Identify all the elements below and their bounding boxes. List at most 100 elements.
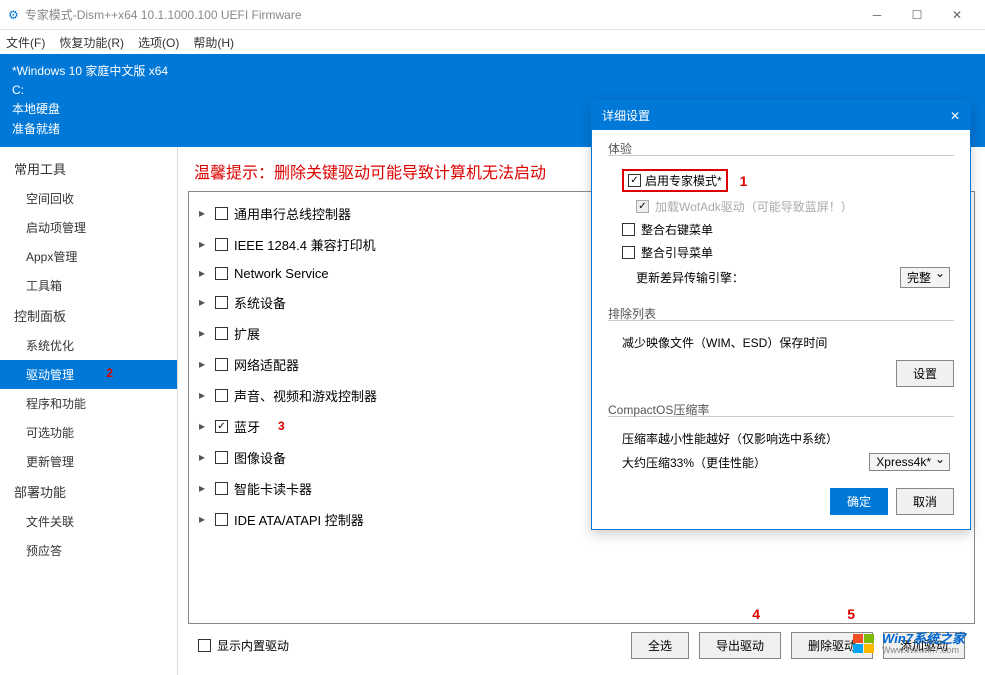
expand-arrow-icon[interactable]: ▸	[199, 266, 209, 280]
window-buttons: ─ ☐ ✕	[857, 0, 977, 30]
expand-arrow-icon[interactable]: ▸	[199, 206, 209, 220]
tree-label: Network Service	[234, 266, 329, 281]
annotation-3: 3	[278, 419, 285, 433]
maximize-button[interactable]: ☐	[897, 0, 937, 30]
tree-checkbox[interactable]	[215, 267, 228, 280]
show-builtin-checkbox[interactable]	[198, 639, 211, 652]
settings-dialog: 详细设置 ✕ 体验 启用专家模式* 1 加载WofAdk驱动（可能导致蓝屏！）	[591, 100, 971, 530]
dialog-button-row: 确定 取消	[608, 488, 954, 515]
exclude-settings-button[interactable]: 设置	[896, 360, 954, 387]
sidebar-section-control: 控制面板	[0, 300, 177, 331]
expand-arrow-icon[interactable]: ▸	[199, 481, 209, 495]
titlebar: ⚙ 专家模式-Dism++x64 10.1.1000.100 UEFI Firm…	[0, 0, 985, 30]
expand-arrow-icon[interactable]: ▸	[199, 295, 209, 309]
menu-recover[interactable]: 恢复功能(R)	[59, 34, 124, 51]
dialog-title: 详细设置	[602, 107, 950, 124]
update-engine-select[interactable]: 完整	[900, 267, 950, 288]
sidebar-item-update[interactable]: 更新管理	[0, 447, 177, 476]
compact-pct: 大约压缩33%（更佳性能）	[622, 454, 766, 471]
menu-options[interactable]: 选项(O)	[138, 34, 179, 51]
sidebar-item-toolbox[interactable]: 工具箱	[0, 271, 177, 300]
tree-checkbox[interactable]	[215, 238, 228, 251]
expand-arrow-icon[interactable]: ▸	[199, 450, 209, 464]
delete-driver-button[interactable]: 删除驱动	[791, 632, 873, 659]
tree-label: 图像设备	[234, 448, 286, 467]
sidebar-item-assoc[interactable]: 文件关联	[0, 507, 177, 536]
wofadk-checkbox	[636, 200, 649, 213]
right-menu-checkbox[interactable]	[622, 223, 635, 236]
sidebar-item-startup[interactable]: 启动项管理	[0, 213, 177, 242]
dialog-body: 体验 启用专家模式* 1 加载WofAdk驱动（可能导致蓝屏！） 整合右键菜单	[592, 130, 970, 529]
minimize-button[interactable]: ─	[857, 0, 897, 30]
tree-checkbox[interactable]	[215, 327, 228, 340]
tree-label: 通用串行总线控制器	[234, 204, 351, 223]
tree-label: 系统设备	[234, 293, 286, 312]
expert-mode-label: 启用专家模式*	[645, 172, 722, 189]
update-engine-label: 更新差异传输引擎：	[636, 269, 744, 286]
add-driver-button[interactable]: 添加驱动	[883, 632, 965, 659]
group-exclude: 排除列表 减少映像文件（WIM、ESD）保存时间 设置	[608, 305, 954, 387]
tree-label: 蓝牙	[234, 417, 260, 436]
tree-checkbox[interactable]	[215, 207, 228, 220]
group-experience: 体验 启用专家模式* 1 加载WofAdk驱动（可能导致蓝屏！） 整合右键菜单	[608, 140, 954, 291]
compact-desc: 压缩率越小性能越好（仅影响选中系统）	[622, 430, 838, 447]
sidebar-item-driver[interactable]: 驱动管理 2	[0, 360, 177, 389]
window-title: 专家模式-Dism++x64 10.1.1000.100 UEFI Firmwa…	[25, 6, 857, 23]
menu-help[interactable]: 帮助(H)	[193, 34, 234, 51]
tree-label: 智能卡读卡器	[234, 479, 312, 498]
expert-mode-checkbox[interactable]	[628, 174, 641, 187]
group-compact: CompactOS压缩率 压缩率越小性能越好（仅影响选中系统） 大约压缩33%（…	[608, 401, 954, 474]
tree-label: 扩展	[234, 324, 260, 343]
expand-arrow-icon[interactable]: ▸	[199, 419, 209, 433]
close-button[interactable]: ✕	[937, 0, 977, 30]
menubar: 文件(F) 恢复功能(R) 选项(O) 帮助(H)	[0, 30, 985, 54]
tree-label: IEEE 1284.4 兼容打印机	[234, 235, 376, 254]
sidebar-item-answer[interactable]: 预应答	[0, 536, 177, 565]
info-os: *Windows 10 家庭中文版 x64	[12, 62, 973, 81]
sidebar-item-space[interactable]: 空间回收	[0, 184, 177, 213]
tree-label: 声音、视频和游戏控制器	[234, 386, 377, 405]
boot-menu-checkbox[interactable]	[622, 246, 635, 259]
info-drive: C:	[12, 81, 973, 100]
tree-checkbox[interactable]	[215, 420, 228, 433]
select-all-button[interactable]: 全选	[631, 632, 689, 659]
expand-arrow-icon[interactable]: ▸	[199, 388, 209, 402]
bottom-bar: 显示内置驱动 全选 导出驱动 删除驱动 添加驱动	[188, 624, 975, 667]
tree-label: IDE ATA/ATAPI 控制器	[234, 510, 364, 529]
expand-arrow-icon[interactable]: ▸	[199, 512, 209, 526]
expert-mode-highlight: 启用专家模式*	[622, 169, 728, 192]
sidebar-item-programs[interactable]: 程序和功能	[0, 389, 177, 418]
tree-checkbox[interactable]	[215, 451, 228, 464]
right-menu-label: 整合右键菜单	[641, 221, 713, 238]
tree-checkbox[interactable]	[215, 482, 228, 495]
show-builtin-label: 显示内置驱动	[217, 637, 289, 654]
annotation-2: 2	[106, 366, 113, 380]
gear-icon: ⚙	[8, 8, 19, 22]
tree-checkbox[interactable]	[215, 513, 228, 526]
tree-label: 网络适配器	[234, 355, 299, 374]
annotation-1: 1	[740, 173, 748, 189]
sidebar-section-deploy: 部署功能	[0, 476, 177, 507]
export-driver-button[interactable]: 导出驱动	[699, 632, 781, 659]
expand-arrow-icon[interactable]: ▸	[199, 326, 209, 340]
tree-checkbox[interactable]	[215, 358, 228, 371]
dialog-titlebar[interactable]: 详细设置 ✕	[592, 101, 970, 130]
sidebar-item-optimize[interactable]: 系统优化	[0, 331, 177, 360]
tree-checkbox[interactable]	[215, 296, 228, 309]
cancel-button[interactable]: 取消	[896, 488, 954, 515]
boot-menu-label: 整合引导菜单	[641, 244, 713, 261]
sidebar-item-appx[interactable]: Appx管理	[0, 242, 177, 271]
sidebar-item-optional[interactable]: 可选功能	[0, 418, 177, 447]
ok-button[interactable]: 确定	[830, 488, 888, 515]
exclude-desc: 减少映像文件（WIM、ESD）保存时间	[622, 334, 827, 351]
expand-arrow-icon[interactable]: ▸	[199, 237, 209, 251]
menu-file[interactable]: 文件(F)	[6, 34, 45, 51]
sidebar: 常用工具 空间回收 启动项管理 Appx管理 工具箱 控制面板 系统优化 驱动管…	[0, 147, 178, 675]
sidebar-section-tools: 常用工具	[0, 153, 177, 184]
tree-checkbox[interactable]	[215, 389, 228, 402]
dialog-close-icon[interactable]: ✕	[950, 109, 960, 123]
expand-arrow-icon[interactable]: ▸	[199, 357, 209, 371]
compact-select[interactable]: Xpress4k*	[869, 453, 950, 471]
sidebar-item-label: 驱动管理	[26, 368, 74, 382]
wofadk-label: 加载WofAdk驱动（可能导致蓝屏！）	[655, 198, 853, 215]
